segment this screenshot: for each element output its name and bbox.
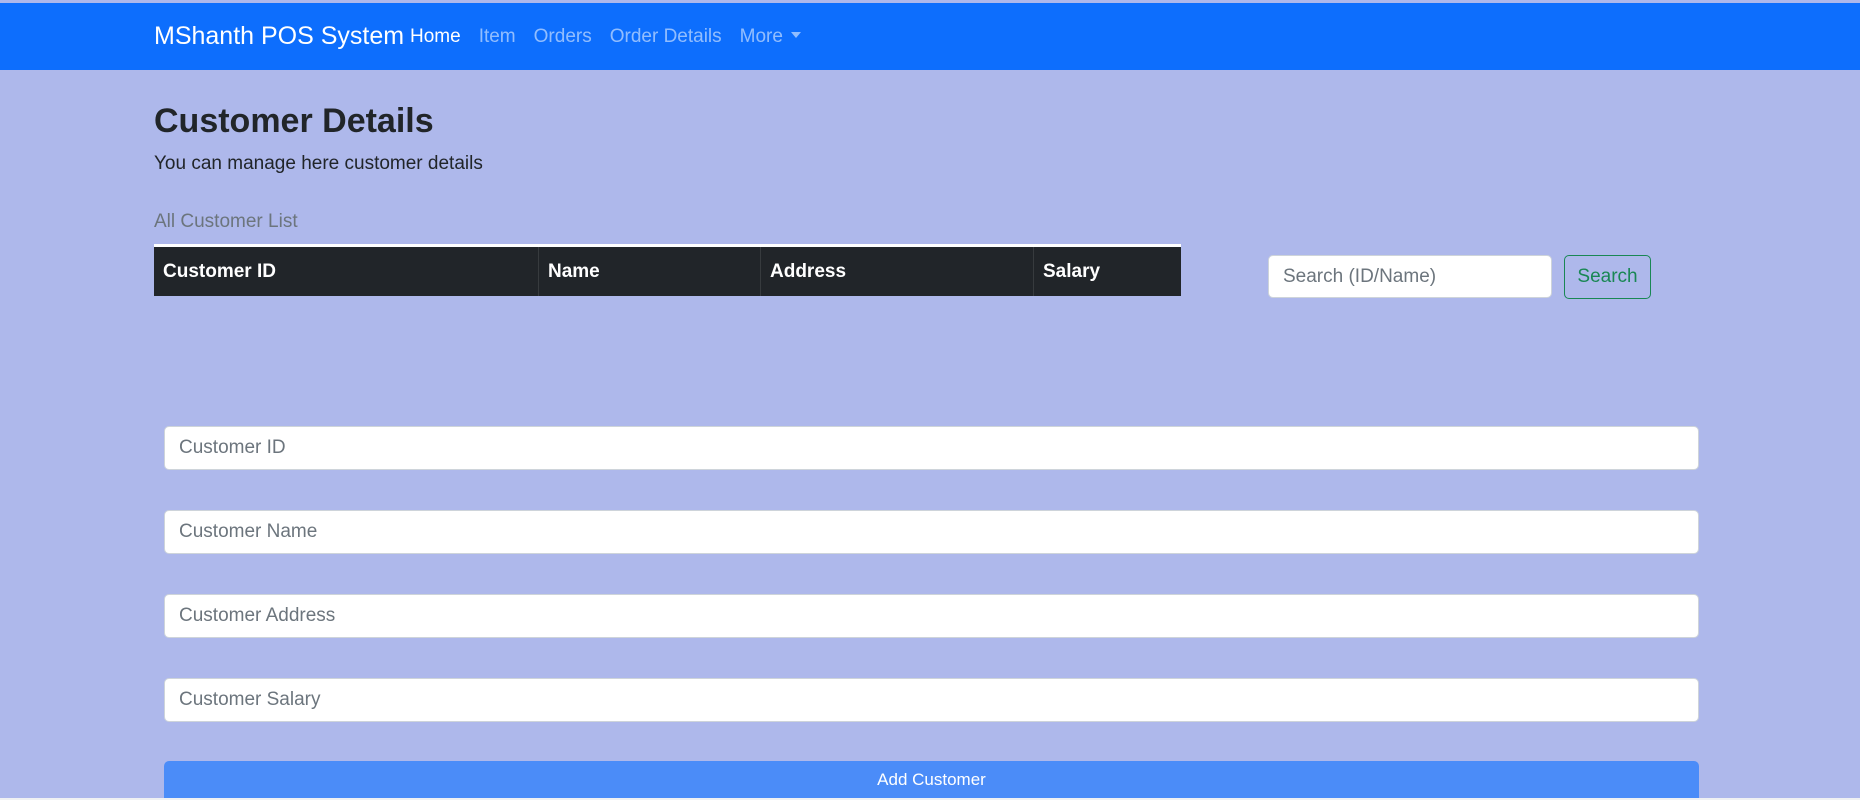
table-header-row: Customer ID Name Address Salary bbox=[154, 247, 1181, 296]
nav-link-order-details[interactable]: Order Details bbox=[601, 25, 731, 49]
column-header-name[interactable]: Name bbox=[538, 247, 761, 296]
nav-link-orders[interactable]: Orders bbox=[525, 25, 601, 49]
caret-down-icon bbox=[790, 32, 801, 38]
nav-link-home[interactable]: Home bbox=[410, 25, 470, 49]
nav-dropdown-more[interactable]: More bbox=[731, 25, 810, 49]
table-header: Customer ID Name Address Salary bbox=[154, 247, 1181, 296]
navbar-brand[interactable]: MShanth POS System bbox=[154, 21, 404, 51]
customer-salary-field[interactable] bbox=[164, 678, 1699, 722]
customer-id-field[interactable] bbox=[164, 426, 1699, 470]
nav-link-item[interactable]: Item bbox=[470, 25, 525, 49]
search-button[interactable]: Search bbox=[1564, 255, 1651, 299]
customer-name-field[interactable] bbox=[164, 510, 1699, 554]
page-subtitle: You can manage here customer details bbox=[154, 153, 483, 174]
search-input[interactable] bbox=[1268, 255, 1552, 298]
customer-address-field[interactable] bbox=[164, 594, 1699, 638]
customer-table: Customer ID Name Address Salary bbox=[154, 247, 1181, 296]
nav-dropdown-more-label: More bbox=[739, 26, 783, 47]
navbar: MShanth POS System Home Item Orders Orde… bbox=[0, 3, 1860, 70]
nav-links: Home Item Orders Order Details More bbox=[410, 25, 810, 49]
customer-table-wrapper: Customer ID Name Address Salary bbox=[154, 244, 1181, 296]
table-caption: All Customer List bbox=[154, 211, 298, 232]
page-title: Customer Details bbox=[154, 102, 434, 140]
add-customer-button[interactable]: Add Customer bbox=[164, 761, 1699, 798]
page-background: MShanth POS System Home Item Orders Orde… bbox=[0, 0, 1860, 798]
column-header-customer-id[interactable]: Customer ID bbox=[154, 247, 539, 296]
column-header-salary[interactable]: Salary bbox=[1034, 247, 1182, 296]
column-header-address[interactable]: Address bbox=[760, 247, 1034, 296]
